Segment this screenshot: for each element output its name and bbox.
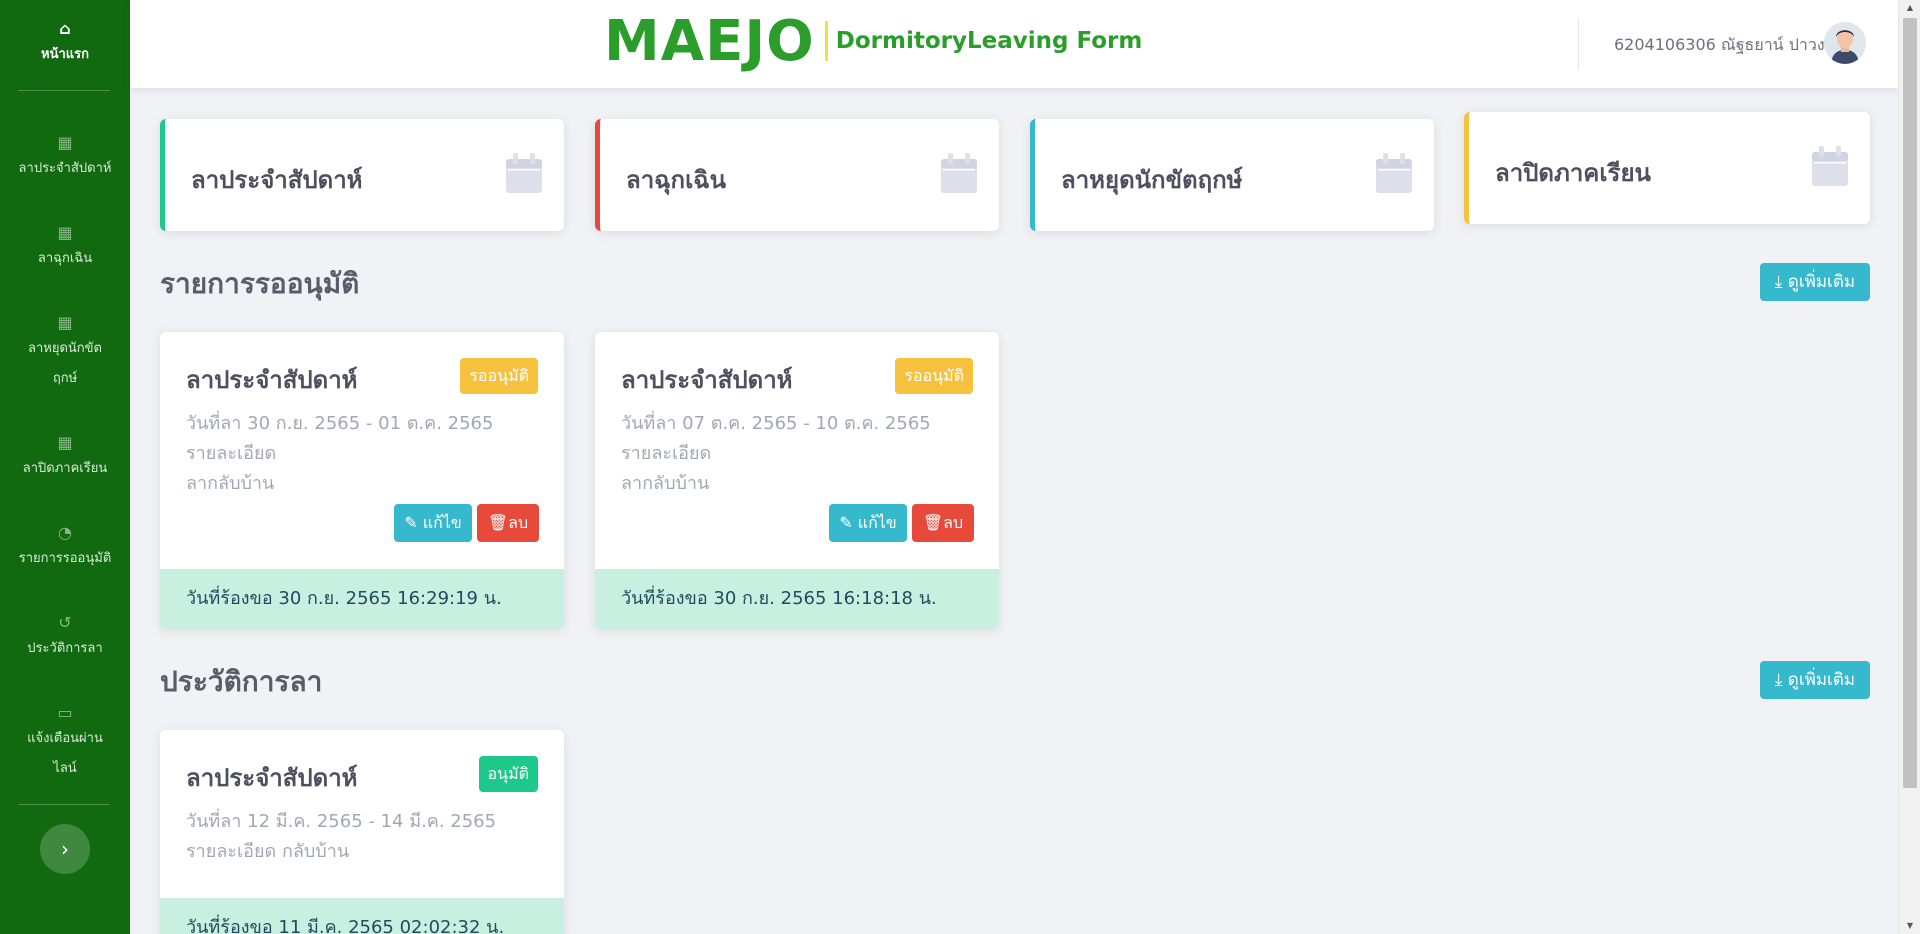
sidebar-item-label: ลาปิดภาคเรียน <box>22 461 108 476</box>
sidebar-item-label-line2: ไลน์ <box>53 761 77 776</box>
sidebar-item-semester-leave[interactable]: ▦ ลาปิดภาคเรียน <box>0 432 130 484</box>
request-detail: ลากลับบ้าน <box>621 473 710 494</box>
view-more-label: ดูเพิ่มเติม <box>1787 670 1856 690</box>
pending-request-card: ลาประจำสัปดาห์ รออนุมัติ วันที่ลา 07 ต.ค… <box>595 332 999 629</box>
pending-section-title: รายการรออนุมัติ <box>160 267 360 300</box>
leave-type-title: ลาฉุกเฉิน <box>626 166 727 194</box>
calendar-icon <box>1376 153 1412 193</box>
edit-button[interactable]: ✎ แก้ไข <box>829 504 907 542</box>
leave-type-title: ลาหยุดนักขัตฤกษ์ <box>1061 166 1243 194</box>
sidebar-divider <box>18 90 110 91</box>
view-more-label: ดูเพิ่มเติม <box>1787 272 1856 292</box>
trash-icon: 🗑 <box>922 513 944 532</box>
request-dates: วันที่ลา 30 ก.ย. 2565 - 01 ต.ค. 2565 <box>186 413 494 434</box>
history-section-title: ประวัติการลา <box>160 665 323 698</box>
download-icon: ⤓ <box>1774 272 1788 292</box>
request-detail: ลากลับบ้าน <box>186 473 275 494</box>
chevron-right-icon: › <box>61 837 69 861</box>
request-date: วันที่ร้องขอ 30 ก.ย. 2565 16:29:19 น. <box>160 569 564 629</box>
sidebar-item-label: รายการรออนุมัติ <box>18 551 112 566</box>
brand: MAEJO DormitoryLeaving Form <box>604 6 1142 76</box>
topbar: MAEJO DormitoryLeaving Form 6204106306 ณ… <box>130 0 1898 88</box>
user-name[interactable]: 6204106306 ณัฐธยาน์ ปาวงศ์ <box>1614 33 1835 58</box>
sidebar-item-pending[interactable]: ◔ รายการรออนุมัติ <box>0 522 130 574</box>
clock-icon: ◔ <box>58 523 72 542</box>
request-date: วันที่ร้องขอ 30 ก.ย. 2565 16:18:18 น. <box>595 569 999 629</box>
sidebar-item-label: แจ้งเตือนผ่าน <box>27 731 103 746</box>
calendar-icon: ▦ <box>57 223 73 242</box>
request-detail: รายละเอียด กลับบ้าน <box>186 841 350 862</box>
sidebar-item-home[interactable]: ⌂ หน้าแรก <box>0 18 130 70</box>
avatar[interactable] <box>1824 22 1866 64</box>
scroll-down-arrow-icon[interactable]: ▼ <box>1899 918 1920 934</box>
request-type: ลาประจำสัปดาห์ <box>621 366 793 394</box>
history-view-more-button[interactable]: ⤓ ดูเพิ่มเติม <box>1760 661 1870 699</box>
sidebar-item-label: หน้าแรก <box>41 47 89 62</box>
calendar-icon: ▦ <box>57 313 73 332</box>
request-type: ลาประจำสัปดาห์ <box>186 764 358 792</box>
pencil-icon: ✎ <box>839 513 858 532</box>
line-icon: ▭ <box>57 703 73 722</box>
request-detail-label: รายละเอียด <box>186 443 277 464</box>
history-icon: ↺ <box>58 613 72 632</box>
request-dates: วันที่ลา 07 ต.ค. 2565 - 10 ต.ค. 2565 <box>621 413 931 434</box>
history-request-card: ลาประจำสัปดาห์ อนุมัติ วันที่ลา 12 มี.ค.… <box>160 730 564 934</box>
sidebar: ⌂ หน้าแรก ▦ ลาประจำสัปดาห์ ▦ ลาฉุกเฉิน ▦… <box>0 0 130 934</box>
delete-button[interactable]: 🗑ลบ <box>912 504 974 542</box>
sidebar-divider <box>18 804 110 805</box>
user-avatar-icon <box>1824 22 1866 64</box>
leave-type-title: ลาประจำสัปดาห์ <box>191 166 363 194</box>
sidebar-item-label: ลาประจำสัปดาห์ <box>18 161 112 176</box>
sidebar-item-holiday-leave[interactable]: ▦ ลาหยุดนักขัต ฤกษ์ <box>0 312 130 394</box>
topbar-divider <box>1578 18 1579 70</box>
sidebar-item-emergency-leave[interactable]: ▦ ลาฉุกเฉิน <box>0 222 130 274</box>
sidebar-toggle-button[interactable]: › <box>40 824 90 874</box>
sidebar-item-label-line2: ฤกษ์ <box>52 371 78 386</box>
scroll-up-arrow-icon[interactable]: ▲ <box>1899 0 1920 16</box>
edit-button[interactable]: ✎ แก้ไข <box>394 504 472 542</box>
leave-type-card-weekly[interactable]: ลาประจำสัปดาห์ <box>160 119 564 231</box>
calendar-icon <box>506 153 542 193</box>
sidebar-item-label: ลาฉุกเฉิน <box>37 251 93 266</box>
sidebar-item-line-notify[interactable]: ▭ แจ้งเตือนผ่าน ไลน์ <box>0 702 130 784</box>
sidebar-item-label: ลาหยุดนักขัต <box>28 341 102 356</box>
brand-logo-text: MAEJO <box>604 8 815 74</box>
status-badge: อนุมัติ <box>478 756 538 792</box>
scroll-thumb[interactable] <box>1903 18 1917 788</box>
status-badge: รออนุมัติ <box>460 358 538 394</box>
calendar-icon <box>1812 146 1848 186</box>
leave-type-card-emergency[interactable]: ลาฉุกเฉิน <box>595 119 999 231</box>
sidebar-item-label: ประวัติการลา <box>27 641 103 656</box>
calendar-icon <box>941 153 977 193</box>
pending-request-card: ลาประจำสัปดาห์ รออนุมัติ วันที่ลา 30 ก.ย… <box>160 332 564 629</box>
leave-type-card-holiday[interactable]: ลาหยุดนักขัตฤกษ์ <box>1030 119 1434 231</box>
edit-label: แก้ไข <box>422 513 462 532</box>
brand-subtitle: DormitoryLeaving Form <box>835 28 1143 54</box>
trash-icon: 🗑 <box>487 513 509 532</box>
pencil-icon: ✎ <box>404 513 423 532</box>
sidebar-item-weekly-leave[interactable]: ▦ ลาประจำสัปดาห์ <box>0 132 130 184</box>
status-badge: รออนุมัติ <box>895 358 973 394</box>
delete-label: ลบ <box>943 513 964 532</box>
delete-label: ลบ <box>508 513 529 532</box>
request-dates: วันที่ลา 12 มี.ค. 2565 - 14 มี.ค. 2565 <box>186 811 497 832</box>
request-detail-label: รายละเอียด <box>621 443 712 464</box>
download-icon: ⤓ <box>1774 670 1788 690</box>
request-date: วันที่ร้องขอ 11 มี.ค. 2565 02:02:32 น. <box>160 898 564 934</box>
home-icon: ⌂ <box>59 19 71 38</box>
calendar-icon: ▦ <box>57 433 73 452</box>
leave-type-card-semester[interactable]: ลาปิดภาคเรียน <box>1464 112 1870 224</box>
pending-view-more-button[interactable]: ⤓ ดูเพิ่มเติม <box>1760 263 1870 301</box>
page-scrollbar[interactable]: ▲ ▼ <box>1898 0 1920 934</box>
request-type: ลาประจำสัปดาห์ <box>186 366 358 394</box>
sidebar-item-history[interactable]: ↺ ประวัติการลา <box>0 612 130 664</box>
leave-type-title: ลาปิดภาคเรียน <box>1495 159 1651 187</box>
delete-button[interactable]: 🗑ลบ <box>477 504 539 542</box>
edit-label: แก้ไข <box>857 513 897 532</box>
calendar-icon: ▦ <box>57 133 73 152</box>
brand-separator <box>824 21 828 61</box>
